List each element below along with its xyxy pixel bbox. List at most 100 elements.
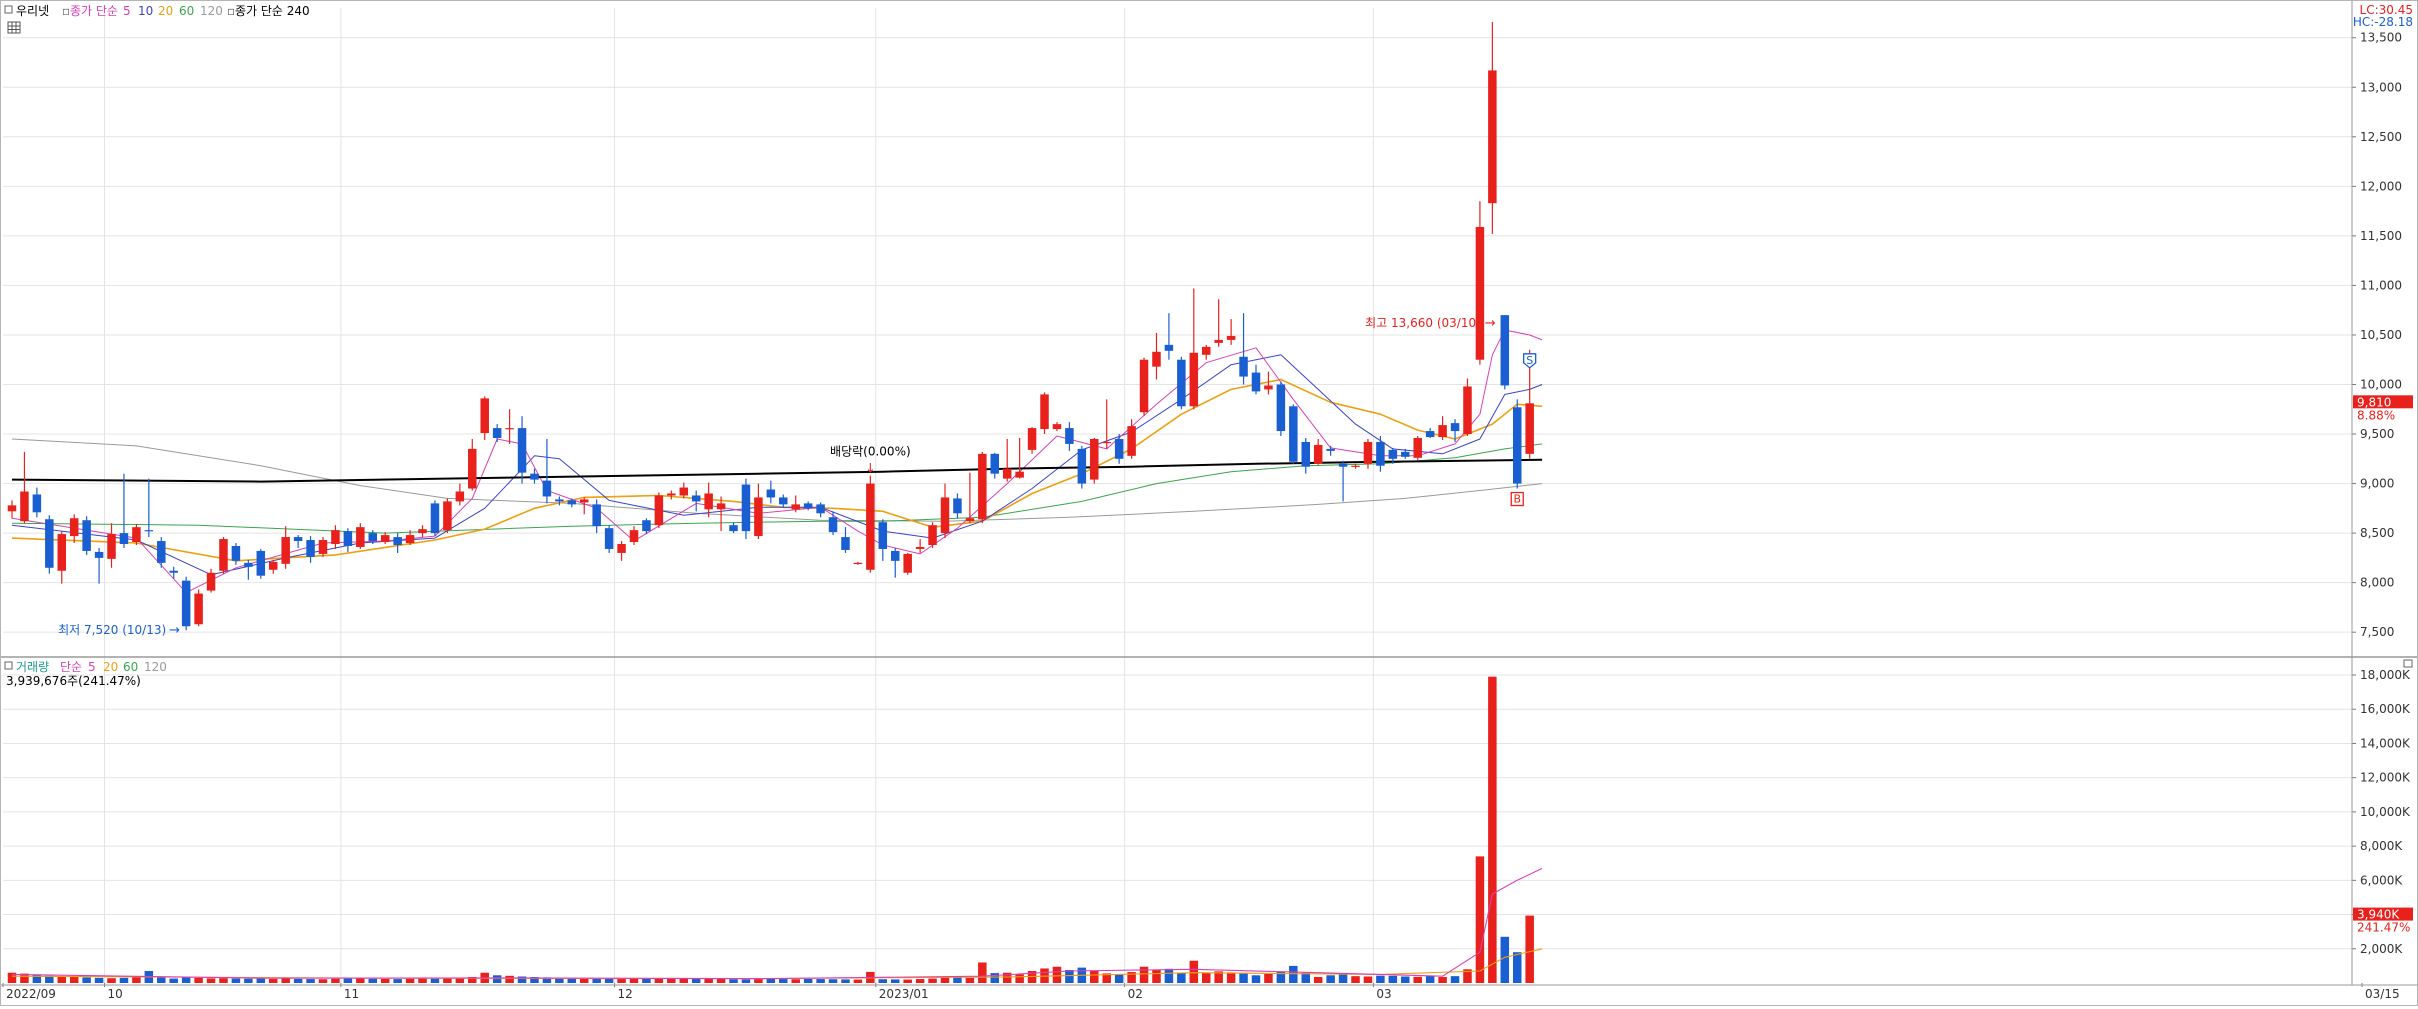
volume-bar-up[interactable] — [853, 979, 863, 983]
volume-bar-down[interactable] — [604, 978, 614, 983]
volume-bar-down[interactable] — [1512, 952, 1522, 983]
up-candle[interactable] — [194, 589, 203, 627]
volume-bar-down[interactable] — [181, 977, 191, 983]
volume-bar-up[interactable] — [405, 978, 415, 983]
volume-bar-up[interactable] — [965, 977, 975, 983]
volume-bar-down[interactable] — [592, 978, 601, 983]
volume-bar-up[interactable] — [579, 978, 589, 983]
volume-bar-up[interactable] — [1090, 971, 1099, 983]
up-candle[interactable] — [928, 522, 937, 548]
down-candle[interactable] — [1077, 445, 1087, 489]
volume-bar-up[interactable] — [268, 978, 278, 983]
volume-bar-up[interactable] — [928, 978, 937, 983]
volume-bar-up[interactable] — [629, 978, 639, 983]
volume-bar-down[interactable] — [1065, 969, 1074, 983]
volume-bar-up[interactable] — [1438, 977, 1447, 983]
up-candle[interactable] — [866, 475, 875, 573]
volume-bar-down[interactable] — [1289, 965, 1298, 983]
volume-bar-down[interactable] — [841, 979, 850, 983]
volume-bar-up[interactable] — [1363, 976, 1373, 983]
up-candle[interactable] — [1463, 378, 1472, 437]
down-candle[interactable] — [181, 576, 191, 631]
volume-bar-down[interactable] — [169, 978, 178, 983]
volume-bar-down[interactable] — [32, 974, 42, 983]
volume-bar-down[interactable] — [306, 979, 315, 983]
volume-bar-down[interactable] — [779, 979, 788, 983]
volume-bar-down[interactable] — [878, 979, 888, 983]
up-candle[interactable] — [654, 492, 664, 529]
volume-bar-down[interactable] — [94, 977, 104, 983]
volume-bar-up[interactable] — [69, 977, 79, 983]
volume-bar-up[interactable] — [654, 978, 664, 983]
volume-bar-up[interactable] — [57, 976, 67, 983]
down-candle[interactable] — [430, 500, 440, 537]
volume-bar-up[interactable] — [132, 977, 141, 983]
volume-bar-up[interactable] — [418, 978, 427, 983]
volume-bar-up[interactable] — [704, 978, 713, 983]
down-candle[interactable] — [1512, 399, 1522, 489]
volume-bar-up[interactable] — [219, 978, 228, 983]
volume-bar-down[interactable] — [1177, 972, 1186, 983]
volume-bar-down[interactable] — [766, 978, 776, 983]
up-candle[interactable] — [1413, 436, 1422, 460]
volume-bar-up[interactable] — [206, 978, 216, 983]
down-candle[interactable] — [604, 525, 614, 553]
volume-bar-up[interactable] — [1052, 966, 1062, 983]
volume-bar-up[interactable] — [1264, 973, 1273, 983]
volume-bar-up[interactable] — [1189, 960, 1199, 983]
volume-bar-up[interactable] — [1226, 972, 1236, 983]
volume-bar-up[interactable] — [903, 979, 912, 983]
volume-bar-up[interactable] — [356, 978, 365, 983]
volume-bar-up[interactable] — [978, 962, 987, 983]
down-candle[interactable] — [1177, 356, 1186, 410]
volume-bar-down[interactable] — [393, 979, 402, 983]
volume-bar-down[interactable] — [343, 978, 353, 983]
volume-bar-up[interactable] — [1351, 976, 1360, 983]
grid-icon[interactable] — [7, 21, 21, 34]
volume-bar-down[interactable] — [816, 979, 825, 983]
up-candle[interactable] — [219, 537, 228, 574]
volume-bar-up[interactable] — [331, 978, 340, 983]
volume-bar-up[interactable] — [318, 979, 328, 983]
volume-bar-down[interactable] — [1239, 973, 1248, 983]
volume-bar-up[interactable] — [1313, 977, 1323, 983]
up-candle[interactable] — [132, 524, 141, 545]
volume-bar-up[interactable] — [940, 977, 950, 983]
down-candle[interactable] — [1289, 404, 1298, 464]
volume-bar-up[interactable] — [281, 978, 290, 983]
volume-bar-down[interactable] — [953, 977, 962, 983]
volume-bar-up[interactable] — [617, 979, 626, 983]
volume-bar-down[interactable] — [1425, 975, 1435, 983]
volume-bar-down[interactable] — [256, 978, 266, 983]
volume-bar-down[interactable] — [430, 978, 440, 983]
volume-bar-down[interactable] — [1450, 976, 1460, 983]
down-candle[interactable] — [82, 516, 91, 555]
up-candle[interactable] — [978, 451, 987, 524]
volume-bar-up[interactable] — [1413, 976, 1422, 983]
volume-bar-up[interactable] — [1475, 856, 1485, 983]
volume-bar-down[interactable] — [990, 973, 1000, 983]
volume-bar-up[interactable] — [716, 978, 726, 983]
volume-bar-down[interactable] — [1114, 974, 1124, 983]
volume-bar-up[interactable] — [1152, 969, 1161, 983]
volume-bar-down[interactable] — [691, 978, 701, 983]
volume-bar-up[interactable] — [505, 975, 514, 983]
volume-bar-up[interactable] — [443, 978, 452, 983]
volume-bar-down[interactable] — [1500, 936, 1510, 983]
volume-bar-down[interactable] — [1326, 975, 1335, 983]
volume-bar-down[interactable] — [119, 977, 129, 983]
down-candle[interactable] — [1500, 315, 1510, 390]
volume-bar-up[interactable] — [380, 978, 390, 983]
volume-bar-up[interactable] — [679, 978, 689, 983]
volume-bar-down[interactable] — [1338, 974, 1348, 983]
volume-bar-down[interactable] — [1164, 968, 1174, 983]
volume-bar-down[interactable] — [890, 979, 900, 983]
volume-bar-down[interactable] — [828, 979, 838, 983]
up-candle[interactable] — [1027, 427, 1037, 454]
volume-bar-up[interactable] — [194, 977, 203, 983]
chart-canvas[interactable]: 7,500 8,000 8,500 9,000 9,500 10,000 10,500 11,… — [0, 0, 2418, 1006]
volume-bar-down[interactable] — [1251, 975, 1261, 983]
volume-bar-up[interactable] — [754, 979, 763, 983]
up-candle[interactable] — [1090, 437, 1099, 484]
volume-bar-up[interactable] — [1525, 915, 1534, 983]
